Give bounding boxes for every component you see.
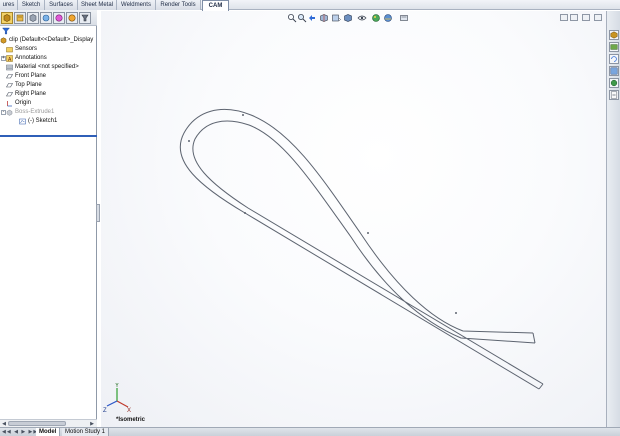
sketch-icon [19,118,26,125]
feature-manager-panel: clip (Default<<Default>_Display Sensors … [0,10,97,436]
extrude-icon [6,109,13,116]
tab-scroll-arrows-icon[interactable]: ◀◀ ◀ ▶ ▶▶ [2,429,38,435]
tab-cam[interactable]: CAM [202,0,229,11]
vertex-point [244,212,246,214]
tree-item-annotations[interactable]: A Annotations [6,54,97,63]
tab-model[interactable]: Model [36,428,61,436]
filter-row [0,26,97,36]
annotations-icon: A [6,55,13,62]
resources-icon[interactable] [609,30,619,40]
task-pane [606,11,620,427]
tree-item-label: Origin [15,100,32,106]
sensors-folder-icon [6,47,13,53]
vertex-point [242,114,244,116]
tree-item-label: Right Plane [15,91,47,97]
command-manager-tabs: ures Sketch Surfaces Sheet Metal Weldmen… [0,0,620,11]
tab-motion-study[interactable]: Motion Study 1 [62,428,110,436]
design-library-icon[interactable] [609,42,619,52]
tab-features[interactable]: ures [0,0,18,10]
tab-weldments[interactable]: Weldments [117,0,156,10]
plane-icon [6,92,13,97]
triad-x-label: X [127,408,131,413]
tree-item-boss-extrude[interactable]: Boss-Extrude1 [6,108,97,117]
coordinate-triad: Y X Z [103,383,131,413]
tree-item-label: Annotations [15,55,47,61]
dim-xpert-icon[interactable] [40,12,52,24]
bottom-tab-bar: ◀◀ ◀ ▶ ▶▶ Model Motion Study 1 [0,427,620,436]
feature-manager-icon[interactable] [1,12,13,24]
clip-end-edge-upper [532,332,536,344]
scroll-thumb[interactable] [8,421,66,426]
tab-sketch[interactable]: Sketch [18,0,45,10]
clip-inner-edge [192,120,544,385]
plane-icon [6,74,13,79]
origin-icon [7,101,12,107]
vertex-point [367,232,369,234]
tree-item-origin[interactable]: Origin [6,99,97,108]
tree-item-label: (-) Sketch1 [28,118,58,124]
tab-render-tools[interactable]: Render Tools [156,0,201,10]
vertex-point [455,312,457,314]
graphics-viewport[interactable]: Y X Z *Isometric [101,11,606,427]
panel-splitter[interactable] [96,204,100,222]
rollback-bar[interactable] [0,135,97,137]
cam-feature-icon[interactable] [66,12,78,24]
tree-item-right-plane[interactable]: Right Plane [6,90,97,99]
tree-item-sketch[interactable]: (-) Sketch1 [19,117,97,126]
part-icon [0,37,7,44]
tree-item-label: clip (Default<<Default>_Display [9,37,94,43]
tab-sheet-metal[interactable]: Sheet Metal [78,0,117,10]
triad-y-label: Y [115,383,119,389]
tree-item-sensors[interactable]: Sensors [6,45,97,54]
tree-item-top-plane[interactable]: Top Plane [6,81,97,90]
triad-z-label: Z [103,408,107,413]
view-palette-icon[interactable] [609,66,619,76]
tree-item-front-plane[interactable]: Front Plane [6,72,97,81]
file-explorer-icon[interactable] [609,54,619,64]
feature-manager-toolbar [0,10,97,26]
clip-end-edge-lower [538,383,544,390]
tree-item-label: Boss-Extrude1 [15,109,55,115]
clip-part-model[interactable] [101,11,606,427]
configuration-manager-icon[interactable] [27,12,39,24]
tab-surfaces[interactable]: Surfaces [45,0,78,10]
appearances-icon[interactable] [609,78,619,88]
tree-item-part[interactable]: clip (Default<<Default>_Display [0,36,97,45]
vertex-point [188,140,190,142]
tree-item-label: Material <not specified> [15,64,79,70]
tree-item-label: Top Plane [15,82,42,88]
cam-operation-icon[interactable] [79,12,91,24]
display-manager-icon[interactable] [53,12,65,24]
material-icon [6,64,13,71]
filter-icon[interactable] [2,27,10,35]
view-orientation-label: *Isometric [116,417,146,423]
property-manager-icon[interactable] [14,12,26,24]
tree-item-label: Sensors [15,46,38,52]
custom-properties-icon[interactable] [609,90,619,100]
plane-icon [6,83,13,88]
tree-horizontal-scrollbar[interactable]: ◀ ▶ [0,419,97,427]
tree-item-label: Front Plane [15,73,47,79]
tree-item-material[interactable]: Material <not specified> [6,63,97,72]
